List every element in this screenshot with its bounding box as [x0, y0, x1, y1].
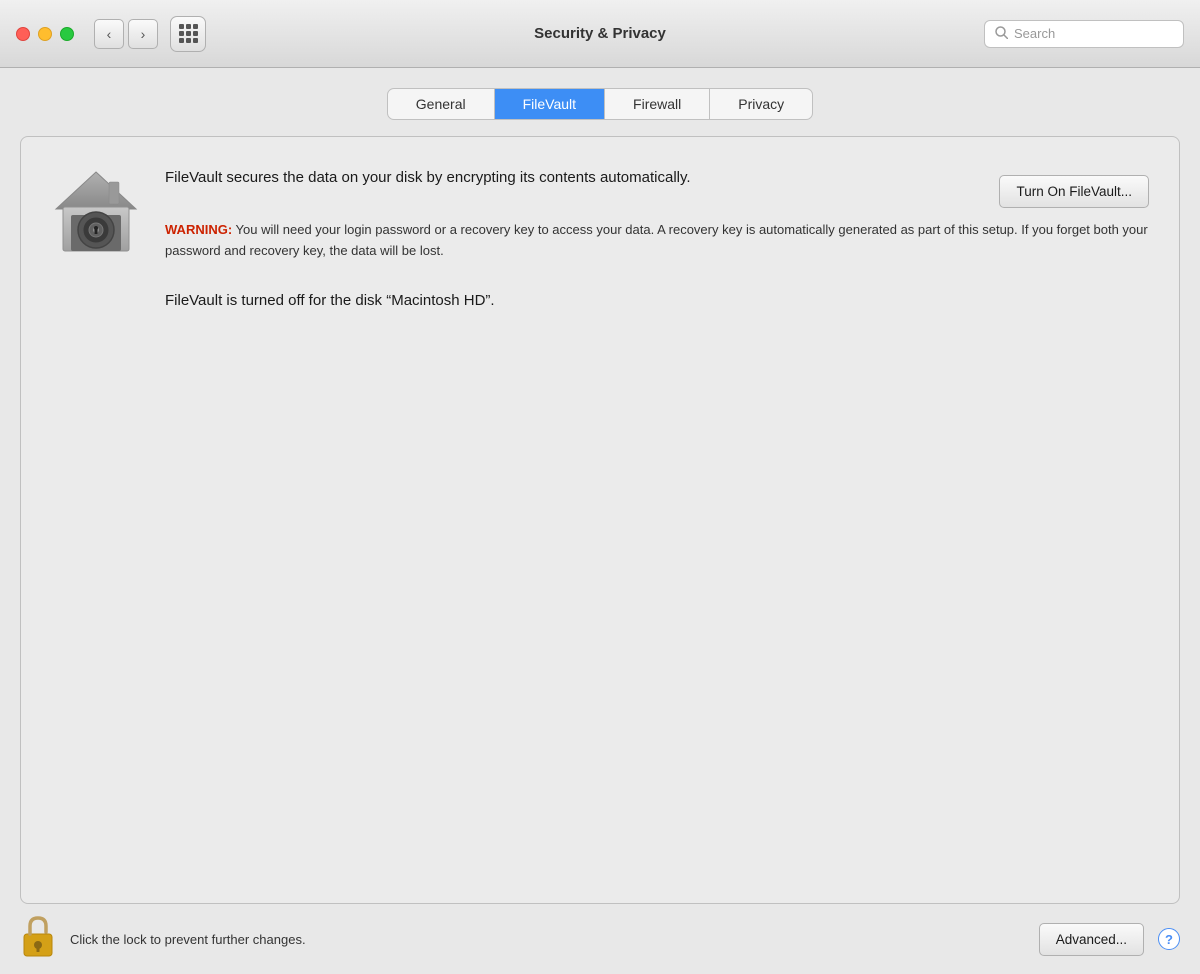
tab-general[interactable]: General: [388, 89, 495, 119]
titlebar: ‹ › Security & Privacy: [0, 0, 1200, 68]
search-icon: [995, 26, 1008, 42]
help-button[interactable]: ?: [1158, 928, 1180, 950]
nav-buttons: ‹ ›: [94, 19, 158, 49]
tab-firewall[interactable]: Firewall: [605, 89, 710, 119]
grid-icon: [179, 24, 198, 43]
tabs: General FileVault Firewall Privacy: [387, 88, 813, 120]
turn-on-filevault-button[interactable]: Turn On FileVault...: [999, 175, 1149, 208]
content-panel: FileVault secures the data on your disk …: [20, 136, 1180, 904]
filevault-section: FileVault secures the data on your disk …: [51, 167, 1149, 262]
main-content: General FileVault Firewall Privacy: [0, 68, 1200, 904]
lock-icon[interactable]: [20, 914, 56, 965]
warning-text: WARNING: You will need your login passwo…: [165, 220, 1149, 262]
filevault-description: FileVault secures the data on your disk …: [165, 167, 691, 190]
traffic-lights: [16, 27, 74, 41]
window-title: Security & Privacy: [534, 25, 666, 42]
filevault-icon: [51, 167, 141, 257]
lock-label: Click the lock to prevent further change…: [70, 932, 1025, 947]
maximize-button[interactable]: [60, 27, 74, 41]
advanced-button[interactable]: Advanced...: [1039, 923, 1144, 956]
forward-button[interactable]: ›: [128, 19, 158, 49]
warning-body: You will need your login password or a r…: [165, 222, 1148, 258]
warning-label: WARNING:: [165, 222, 232, 237]
close-button[interactable]: [16, 27, 30, 41]
grid-button[interactable]: [170, 16, 206, 52]
back-button[interactable]: ‹: [94, 19, 124, 49]
bottom-bar: Click the lock to prevent further change…: [0, 904, 1200, 974]
tab-privacy[interactable]: Privacy: [710, 89, 812, 119]
minimize-button[interactable]: [38, 27, 52, 41]
tab-filevault[interactable]: FileVault: [495, 89, 605, 119]
search-input[interactable]: [1014, 26, 1173, 41]
tabs-container: General FileVault Firewall Privacy: [20, 88, 1180, 120]
filevault-status: FileVault is turned off for the disk “Ma…: [51, 292, 1149, 309]
search-bar: [984, 20, 1184, 48]
